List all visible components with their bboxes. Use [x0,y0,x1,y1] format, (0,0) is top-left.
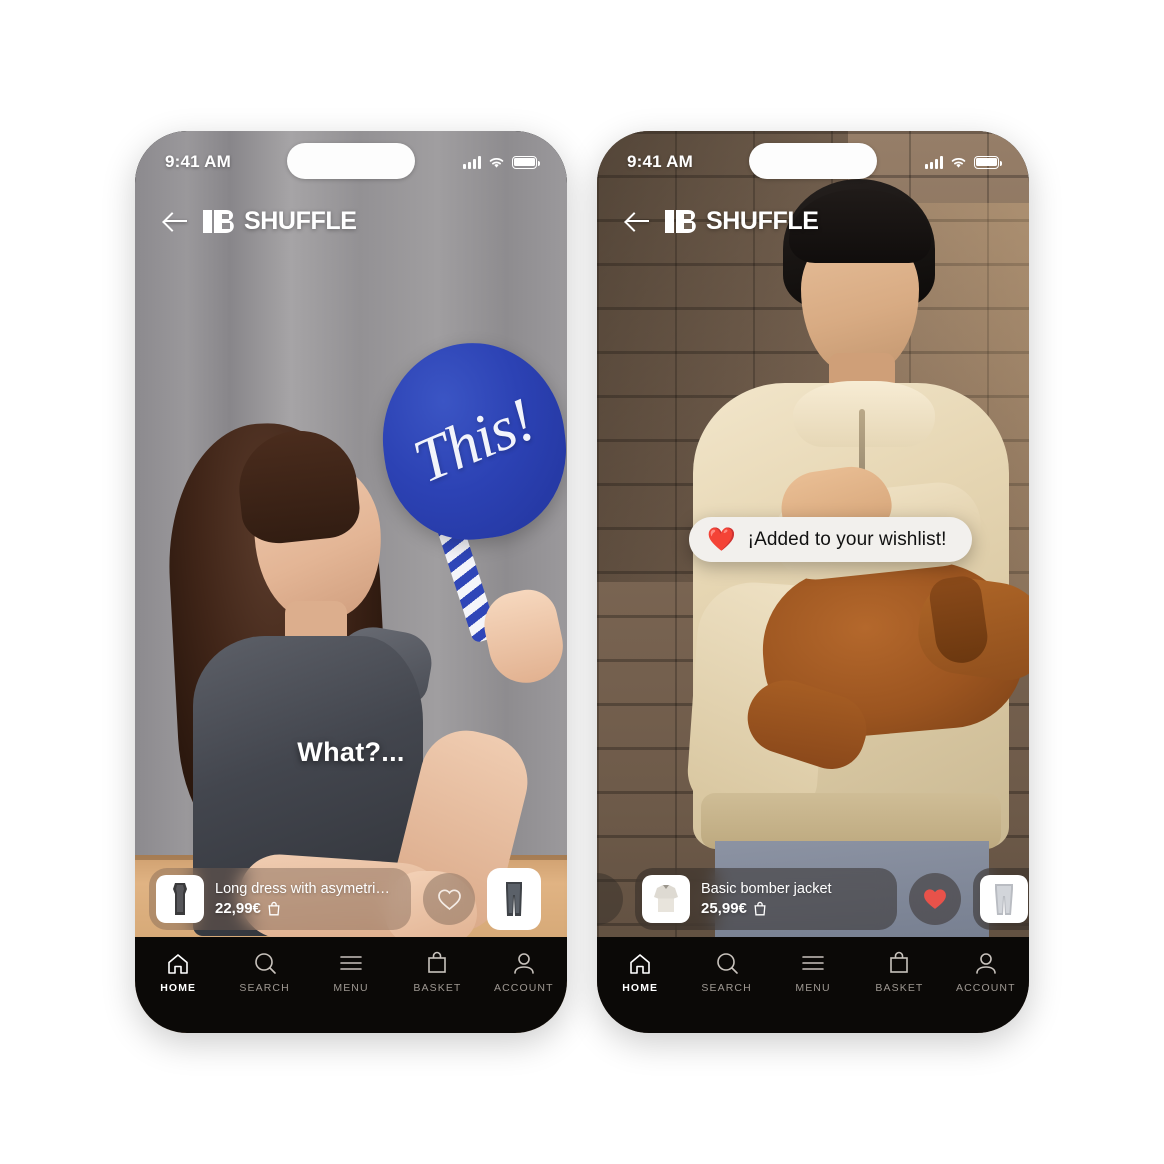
sidebar-item-search[interactable]: SEARCH [221,951,307,994]
menu-icon [801,951,825,975]
product-price: 25,99€ [701,900,747,917]
pb-logo-icon [203,209,243,233]
dynamic-island [749,143,877,179]
back-arrow-icon[interactable] [623,206,653,236]
wishlist-button[interactable] [423,873,475,925]
sidebar-item-search-label: SEARCH [701,982,752,994]
wishlist-button[interactable] [909,873,961,925]
menu-icon [339,951,363,975]
sidebar-item-menu[interactable]: MENU [308,951,394,994]
sidebar-item-home-label: HOME [160,982,197,994]
product-card[interactable]: Long dress with asymetric ne... 22,99€ [149,868,411,930]
home-icon [628,951,652,975]
sidebar-item-menu[interactable]: MENU [770,951,856,994]
account-icon [512,951,536,975]
product-name: Long dress with asymetric ne... [215,881,395,897]
app-header-right: SHUFFLE [597,193,1029,249]
wifi-icon [951,157,966,168]
product-card[interactable]: Basic bomber jacket 25,99€ [635,868,897,930]
pb-logo-icon [665,209,705,233]
sidebar-item-menu-label: MENU [795,982,831,994]
phone-right-screen: 9:41 AM SHUFFLE ❤️ ¡Added to your wishli… [597,131,1029,1033]
search-icon [253,951,277,975]
brand-name: SHUFFLE [244,206,357,235]
heart-filled-icon [924,889,946,909]
product-carousel-right: Basic bomber jacket 25,99€ [597,861,1029,937]
basket-icon [426,951,448,975]
sidebar-item-account-label: ACCOUNT [494,982,554,994]
sidebar-item-home[interactable]: HOME [135,951,221,994]
bottom-navigation-left: HOME SEARCH MENU BASKET ACCOUNT [135,937,567,1033]
jeans-thumbnail [494,875,534,923]
home-icon [166,951,190,975]
product-info: Long dress with asymetric ne... 22,99€ [215,881,395,917]
sidebar-item-basket[interactable]: BASKET [856,951,942,994]
wifi-icon [489,157,504,168]
sidebar-item-search-label: SEARCH [239,982,290,994]
sidebar-item-basket-label: BASKET [875,982,924,994]
sidebar-item-search[interactable]: SEARCH [683,951,769,994]
product-price-row: 25,99€ [701,900,832,917]
next-product-tile[interactable] [487,868,541,930]
status-indicators [463,155,540,169]
sidebar-item-account[interactable]: ACCOUNT [943,951,1029,994]
sidebar-item-menu-label: MENU [333,982,369,994]
dynamic-island [287,143,415,179]
long-dress-thumbnail [156,875,204,923]
heart-filled-icon: ❤️ [707,526,736,552]
brand-logo: SHUFFLE [665,206,819,236]
product-name: Basic bomber jacket [701,881,832,897]
product-carousel-left: Long dress with asymetric ne... 22,99€ [135,861,567,937]
shopping-bag-icon[interactable] [753,901,767,916]
video-caption: What?... [297,737,405,767]
basket-icon [888,951,910,975]
sidebar-item-home-label: HOME [622,982,659,994]
toast-message: ¡Added to your wishlist! [747,528,947,550]
phone-left: This! 9:41 AM SHUFFLE What?... Long dres… [135,131,567,1033]
status-indicators [925,155,1002,169]
status-time: 9:41 AM [165,152,231,171]
next-product-card[interactable]: Baggy sk 29,99€ [973,868,1029,930]
brand-name: SHUFFLE [706,206,819,235]
back-arrow-icon[interactable] [161,206,191,236]
sidebar-item-basket-label: BASKET [413,982,462,994]
product-price: 22,99€ [215,900,261,917]
product-info: Basic bomber jacket 25,99€ [701,881,832,917]
phone-mockup-stage: This! 9:41 AM SHUFFLE What?... Long dres… [0,0,1164,1164]
product-price-row: 22,99€ [215,900,395,917]
phone-right: 9:41 AM SHUFFLE ❤️ ¡Added to your wishli… [597,131,1029,1033]
sidebar-item-account-label: ACCOUNT [956,982,1016,994]
bomber-jacket-thumbnail [642,875,690,923]
sidebar-item-home[interactable]: HOME [597,951,683,994]
cellular-signal-icon [925,155,943,169]
phone-left-screen: This! 9:41 AM SHUFFLE What?... Long dres… [135,131,567,1033]
shopping-bag-icon[interactable] [267,901,281,916]
battery-full-icon [974,155,1002,169]
battery-full-icon [512,155,540,169]
heart-outline-icon [437,888,461,910]
account-icon [974,951,998,975]
bottom-navigation-right: HOME SEARCH MENU BASKET ACCOUNT [597,937,1029,1033]
sidebar-item-basket[interactable]: BASKET [394,951,480,994]
search-icon [715,951,739,975]
previous-wishlist-button-partial[interactable] [597,873,623,925]
cellular-signal-icon [463,155,481,169]
brand-logo: SHUFFLE [203,206,357,236]
wishlist-toast: ❤️ ¡Added to your wishlist! [689,517,973,562]
sidebar-item-account[interactable]: ACCOUNT [481,951,567,994]
status-time: 9:41 AM [627,152,693,171]
baggy-pants-thumbnail [980,875,1028,923]
app-header-left: SHUFFLE [135,193,567,249]
